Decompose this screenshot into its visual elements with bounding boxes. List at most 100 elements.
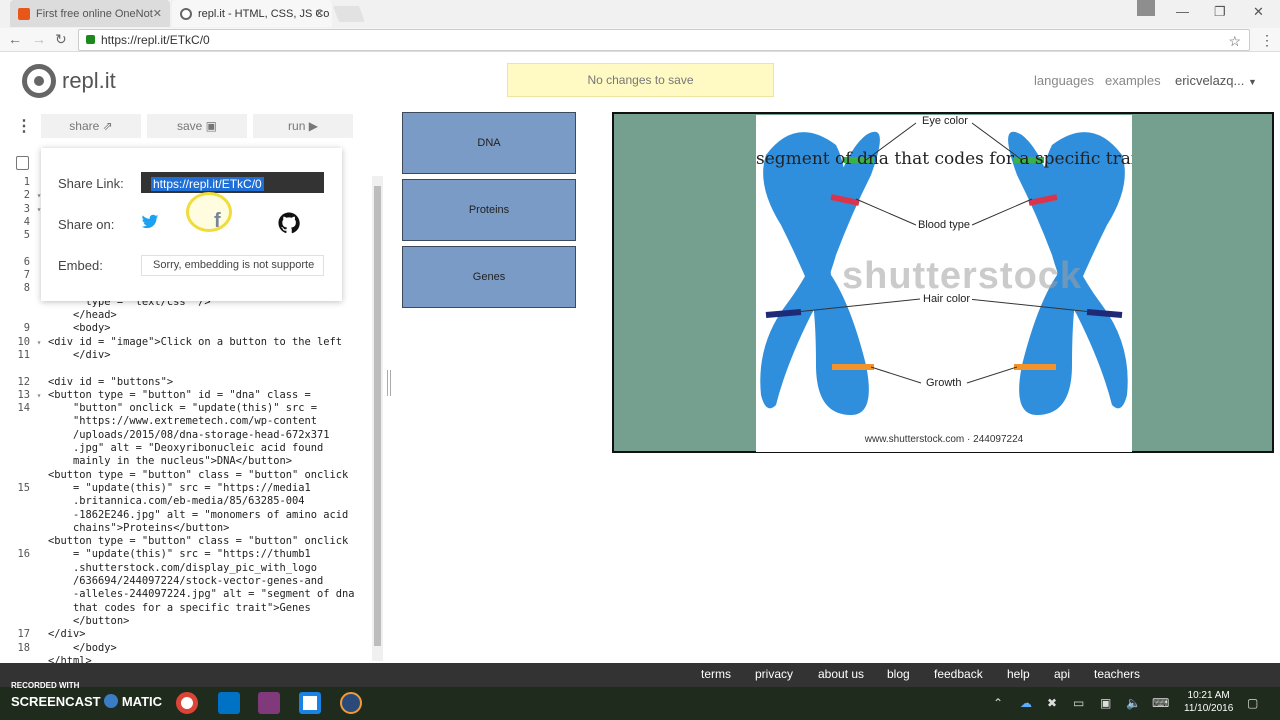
code-line[interactable]: 15 = "update(this)" src = "https://media… bbox=[0, 482, 372, 495]
fold-icon[interactable]: ▾ bbox=[30, 336, 48, 349]
code-line[interactable]: 16 = "update(this)" src = "https://thumb… bbox=[0, 548, 372, 561]
footer-link-about[interactable]: about us bbox=[818, 667, 864, 681]
back-icon[interactable]: ← bbox=[8, 31, 22, 47]
run-button[interactable]: run ▶ bbox=[253, 114, 353, 138]
maximize-icon[interactable]: ❐ bbox=[1214, 4, 1226, 20]
fold-icon[interactable] bbox=[30, 509, 48, 522]
fold-icon[interactable] bbox=[30, 588, 48, 601]
battery-icon[interactable]: ▭ bbox=[1073, 696, 1084, 710]
fold-icon[interactable] bbox=[30, 575, 48, 588]
editor-scrollbar[interactable] bbox=[372, 176, 383, 661]
embed-input[interactable]: Sorry, embedding is not supporte bbox=[141, 255, 324, 276]
taskbar-app-icon[interactable] bbox=[299, 692, 321, 714]
fold-icon[interactable]: ▾ bbox=[30, 389, 48, 402]
tray-chevron-icon[interactable]: ⌃ bbox=[993, 696, 1003, 710]
fold-icon[interactable] bbox=[30, 469, 48, 482]
footer-link-blog[interactable]: blog bbox=[887, 667, 910, 681]
scrollbar-thumb[interactable] bbox=[374, 186, 381, 646]
code-line[interactable]: 14 "button" onclick = "update(this)" src… bbox=[0, 402, 372, 415]
onedrive-icon[interactable]: ☁ bbox=[1020, 696, 1032, 710]
fold-icon[interactable] bbox=[30, 429, 48, 442]
fold-icon[interactable] bbox=[30, 522, 48, 535]
fold-icon[interactable] bbox=[30, 628, 48, 641]
fold-icon[interactable] bbox=[30, 548, 48, 561]
dna-button[interactable]: DNA bbox=[402, 112, 576, 174]
fold-icon[interactable] bbox=[30, 535, 48, 548]
fold-icon[interactable] bbox=[30, 642, 48, 655]
keyboard-icon[interactable]: ⌨ bbox=[1152, 696, 1169, 710]
close-icon[interactable]: ✕ bbox=[315, 7, 324, 20]
minimize-icon[interactable]: — bbox=[1176, 4, 1189, 19]
examples-link[interactable]: examples bbox=[1105, 73, 1161, 88]
languages-link[interactable]: languages bbox=[1034, 73, 1094, 88]
share-link-input[interactable]: https://repl.it/ETkC/0 bbox=[141, 172, 324, 193]
chrome-icon[interactable] bbox=[176, 692, 198, 714]
reload-icon[interactable]: ↻ bbox=[55, 31, 67, 48]
new-tab-button[interactable] bbox=[333, 6, 365, 22]
code-line[interactable]: that codes for a specific trait">Genes bbox=[0, 602, 372, 615]
code-line[interactable]: chains">Proteins</button> bbox=[0, 522, 372, 535]
code-line[interactable]: "https://www.extremetech.com/wp-content bbox=[0, 415, 372, 428]
github-icon[interactable] bbox=[278, 212, 300, 234]
bookmark-star-icon[interactable]: ☆ bbox=[1228, 31, 1241, 51]
genes-button[interactable]: Genes bbox=[402, 246, 576, 308]
code-line[interactable]: .shutterstock.com/display_pic_with_logo bbox=[0, 562, 372, 575]
fold-icon[interactable] bbox=[30, 562, 48, 575]
network-icon[interactable]: ▣ bbox=[1100, 696, 1111, 710]
fold-icon[interactable] bbox=[30, 376, 48, 389]
code-line[interactable]: <button type = "button" class = "button"… bbox=[0, 469, 372, 482]
proteins-button[interactable]: Proteins bbox=[402, 179, 576, 241]
code-line[interactable]: /uploads/2015/08/dna-storage-head-672x37… bbox=[0, 429, 372, 442]
footer-link-privacy[interactable]: privacy bbox=[755, 667, 793, 681]
close-icon[interactable]: ✕ bbox=[153, 7, 162, 20]
system-clock[interactable]: 10:21 AM 11/10/2016 bbox=[1184, 689, 1233, 715]
code-line[interactable]: 17 </div> bbox=[0, 628, 372, 641]
fold-icon[interactable] bbox=[30, 602, 48, 615]
fold-icon[interactable] bbox=[30, 415, 48, 428]
twitter-icon[interactable] bbox=[141, 214, 159, 230]
editor-menu-icon[interactable]: ⋮ bbox=[16, 116, 32, 136]
user-menu[interactable]: ericvelazq... ▼ bbox=[1175, 73, 1257, 88]
fold-icon[interactable] bbox=[30, 349, 48, 362]
url-input[interactable]: https://repl.it/ETkC/0 ☆ bbox=[78, 29, 1250, 51]
code-line[interactable]: mainly in the nucleus">DNA</button> bbox=[0, 455, 372, 468]
fold-icon[interactable] bbox=[30, 442, 48, 455]
pane-resize-handle[interactable] bbox=[387, 370, 391, 396]
screencast-omatic-icon[interactable] bbox=[340, 692, 362, 714]
code-line[interactable]: </button> bbox=[0, 615, 372, 628]
code-line[interactable]: </head> bbox=[0, 309, 372, 322]
fold-icon[interactable] bbox=[30, 309, 48, 322]
user-profile-icon[interactable] bbox=[1137, 0, 1155, 16]
footer-link-api[interactable]: api bbox=[1054, 667, 1070, 681]
forward-icon[interactable]: → bbox=[32, 31, 46, 47]
fold-icon[interactable] bbox=[30, 322, 48, 335]
code-line[interactable]: 18 </body> bbox=[0, 642, 372, 655]
fold-icon[interactable] bbox=[30, 495, 48, 508]
fold-icon[interactable] bbox=[30, 402, 48, 415]
save-button[interactable]: save ▣ bbox=[147, 114, 247, 138]
notification-icon[interactable]: ▢ bbox=[1247, 696, 1258, 710]
add-file-icon[interactable] bbox=[16, 156, 29, 170]
browser-menu-icon[interactable]: ⋮ bbox=[1260, 32, 1274, 49]
footer-link-help[interactable]: help bbox=[1007, 667, 1030, 681]
window-close-icon[interactable]: ✕ bbox=[1253, 4, 1264, 20]
code-line[interactable]: 10 ▾ <div id = "image">Click on a button t… bbox=[0, 336, 372, 349]
code-line[interactable]: /636694/244097224/stock-vector-genes-and bbox=[0, 575, 372, 588]
tray-app-icon[interactable]: ✖ bbox=[1047, 696, 1057, 710]
code-line[interactable]: 12 <div id = "buttons"> bbox=[0, 376, 372, 389]
share-button[interactable]: share ⇗ bbox=[41, 114, 141, 138]
fold-icon[interactable] bbox=[30, 482, 48, 495]
footer-link-terms[interactable]: terms bbox=[701, 667, 731, 681]
onenote-icon[interactable] bbox=[258, 692, 280, 714]
fold-icon[interactable] bbox=[30, 615, 48, 628]
fold-icon[interactable] bbox=[30, 455, 48, 468]
footer-link-teachers[interactable]: teachers bbox=[1094, 667, 1140, 681]
tab-onenote[interactable]: First free online OneNot ✕ bbox=[10, 0, 170, 27]
footer-link-feedback[interactable]: feedback bbox=[934, 667, 983, 681]
code-line[interactable]: .jpg" alt = "Deoxyribonucleic acid found bbox=[0, 442, 372, 455]
code-line[interactable]: <button type = "button" class = "button"… bbox=[0, 535, 372, 548]
code-line[interactable]: .britannica.com/eb-media/85/63285-004 bbox=[0, 495, 372, 508]
volume-icon[interactable]: 🔈 bbox=[1126, 696, 1141, 710]
code-line[interactable]: 11 </div> bbox=[0, 349, 372, 362]
tab-replit[interactable]: repl.it - HTML, CSS, JS Co ✕ bbox=[172, 0, 332, 27]
